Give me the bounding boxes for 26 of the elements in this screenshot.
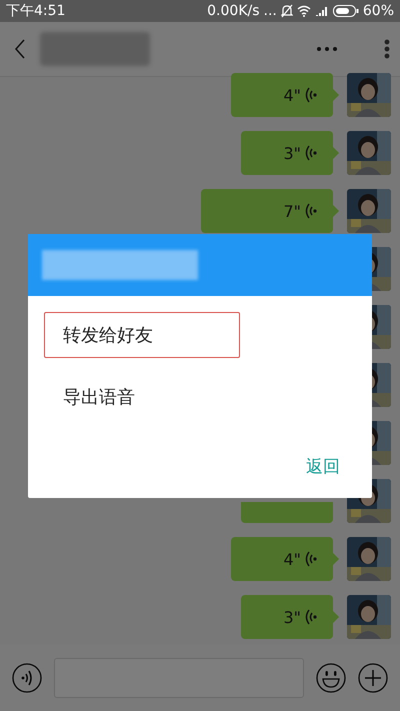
network-speed: 0.00K/s: [207, 3, 260, 19]
menu-option[interactable]: 转发给好友: [44, 312, 240, 358]
voice-wave-icon: [305, 609, 317, 625]
bubble-tail: [333, 89, 339, 101]
signal-icon: [314, 6, 329, 16]
battery-percent: 60%: [362, 3, 394, 19]
back-link[interactable]: 返回: [304, 453, 342, 480]
bubble-tail: [333, 553, 339, 565]
menu-icon[interactable]: [384, 39, 390, 59]
alarm-off-icon: [280, 4, 293, 18]
voice-wave-icon: [305, 203, 317, 219]
bubble-tail: [333, 147, 339, 159]
bubble-tail: [333, 611, 339, 623]
voice-wave-icon: [305, 145, 317, 161]
voice-wave-icon: [305, 87, 317, 103]
more-status: ...: [264, 3, 277, 19]
back-icon[interactable]: [14, 39, 26, 59]
voice-wave-icon: [305, 551, 317, 567]
status-time: 下午4:51: [6, 2, 66, 20]
voice-icon[interactable]: [12, 663, 42, 693]
emoji-icon[interactable]: [316, 663, 346, 693]
more-icon[interactable]: [316, 46, 338, 52]
plus-icon[interactable]: [358, 663, 388, 693]
wifi-icon: [296, 5, 311, 17]
battery-icon: [332, 5, 359, 17]
bubble-tail: [333, 205, 339, 217]
